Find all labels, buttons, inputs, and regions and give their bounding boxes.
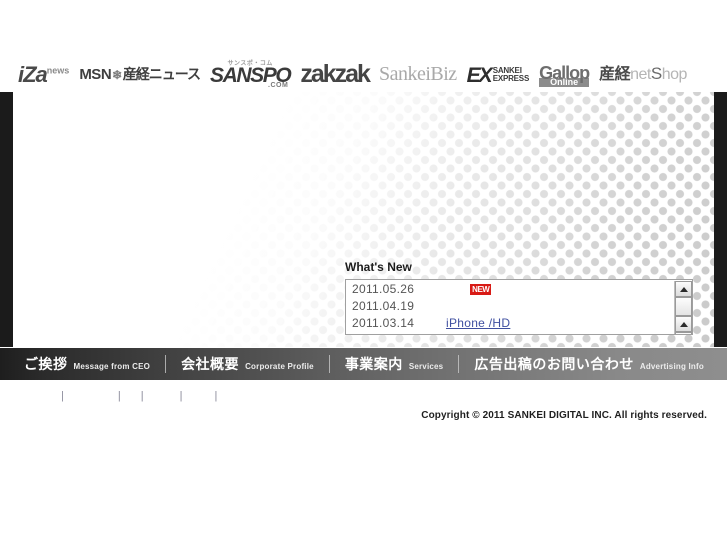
zakzak-logo-text: zakzak	[300, 59, 371, 88]
zakzak-logo[interactable]: zakzak	[300, 59, 371, 88]
sanspo-logo[interactable]: サンスポ・コム SANSPO .COM	[210, 61, 292, 89]
list-item[interactable]: 2011.05.26 NEW	[352, 282, 673, 299]
news-date: 2011.02.15	[352, 333, 418, 334]
sankeibiz-logo-text: SankeiBiz	[378, 63, 457, 85]
footer-separator: |	[117, 390, 121, 402]
list-item[interactable]: 2011.04.19	[352, 299, 673, 316]
news-link[interactable]: iPhone /HD	[418, 316, 538, 330]
iza-logo[interactable]: iZanews	[18, 64, 69, 86]
footer-separator: |	[179, 390, 183, 402]
nav-separator	[328, 355, 330, 373]
footer-separator: |	[140, 390, 144, 402]
gallop-online-logo[interactable]: Gallop Online	[539, 64, 590, 87]
news-link[interactable]: Gallop Online	[418, 333, 538, 334]
whats-new-scroll-box: 2011.05.26 NEW 2011.04.19 2011.03.14 iPh…	[345, 279, 693, 335]
iza-logo-text: iZa	[18, 62, 48, 87]
nav-item-label-en: Services	[408, 362, 444, 371]
copyright-notice: Copyright © 2011 SANKEI DIGITAL INC. All…	[421, 410, 707, 421]
nav-separator	[165, 355, 167, 373]
iza-logo-sup: news	[46, 65, 70, 76]
news-date: 2011.04.19	[352, 299, 415, 313]
nav-item-services[interactable]: 事業案内 Services	[345, 354, 444, 374]
netshop-logo-jp: 産経	[599, 66, 631, 83]
status-badge: NEW	[470, 284, 492, 295]
nav-item-label-en: Corporate Profile	[245, 362, 314, 371]
nav-item-label-jp: 会社概要	[181, 356, 240, 372]
footer-separator: |	[61, 390, 64, 402]
nav-item-label-jp: 広告出稿のお問い合わせ	[474, 356, 634, 372]
hero-left-edge-bar	[0, 92, 13, 347]
msn-logo-jp: 産経ニュース	[122, 65, 201, 82]
sankeibiz-logo[interactable]: SankeiBiz	[379, 64, 457, 84]
scroll-up-button-inner[interactable]	[675, 316, 692, 332]
scroll-down-button[interactable]	[675, 332, 692, 334]
scroll-up-button[interactable]	[675, 281, 692, 297]
butterfly-icon: ❄	[112, 67, 122, 82]
msn-sankei-news-logo[interactable]: MSN❄産経ニュース	[79, 65, 201, 83]
express-logo-mark: EX	[466, 63, 493, 87]
vertical-scrollbar[interactable]	[674, 281, 692, 334]
list-item[interactable]: 2011.03.14 iPhone /HD	[352, 316, 673, 333]
nav-item-label-en: Message from CEO	[73, 362, 151, 371]
list-item[interactable]: 2011.02.15 Gallop Online	[352, 333, 673, 334]
footer-separator: |	[214, 390, 218, 402]
whats-new-heading: What's New	[345, 260, 412, 274]
triangle-up-icon	[679, 321, 688, 327]
express-logo-line2: EXPRESS	[492, 74, 530, 83]
nav-item-corporate-profile[interactable]: 会社概要 Corporate Profile	[181, 354, 314, 374]
netshop-logo-net: net	[630, 66, 651, 83]
nav-item-advertising-info[interactable]: 広告出稿のお問い合わせ Advertising Info	[474, 354, 704, 374]
whats-new-list: 2011.05.26 NEW 2011.04.19 2011.03.14 iPh…	[346, 280, 673, 334]
brand-logo-strip: iZanews MSN❄産経ニュース サンスポ・コム SANSPO .COM z…	[0, 56, 727, 92]
page-footer: | | | | | Copyright © 2011 SANKEI DIGITA…	[0, 380, 727, 440]
msn-logo-text: MSN	[79, 65, 112, 83]
nav-item-label-jp: ご挨拶	[24, 356, 68, 372]
main-navigation-bar: ご挨拶 Message from CEO 会社概要 Corporate Prof…	[0, 348, 727, 380]
netshop-logo-s: S	[650, 64, 662, 83]
nav-item-label-jp: 事業案内	[344, 356, 403, 372]
footer-link-list: | | | | |	[16, 390, 230, 402]
sankei-express-logo[interactable]: EX SANKEI EXPRESS	[466, 63, 530, 87]
news-date: 2011.03.14	[352, 316, 415, 330]
whats-new-panel: What's New 2011.05.26 NEW 2011.04.19 201…	[345, 260, 693, 335]
hero-right-edge-bar	[714, 92, 727, 347]
triangle-up-icon	[679, 286, 688, 292]
nav-item-label-en: Advertising Info	[639, 362, 704, 371]
netshop-logo-hop: hop	[661, 66, 688, 83]
news-date: 2011.05.26	[352, 282, 415, 296]
scrollbar-thumb[interactable]	[675, 297, 692, 316]
sankei-netshop-logo[interactable]: 産経netShop	[599, 65, 687, 83]
express-logo-stack: SANKEI EXPRESS	[492, 66, 530, 84]
page-root: iZanews MSN❄産経ニュース サンスポ・コム SANSPO .COM z…	[0, 0, 727, 545]
nav-separator	[458, 355, 460, 373]
nav-item-message-from-ceo[interactable]: ご挨拶 Message from CEO	[24, 354, 150, 374]
